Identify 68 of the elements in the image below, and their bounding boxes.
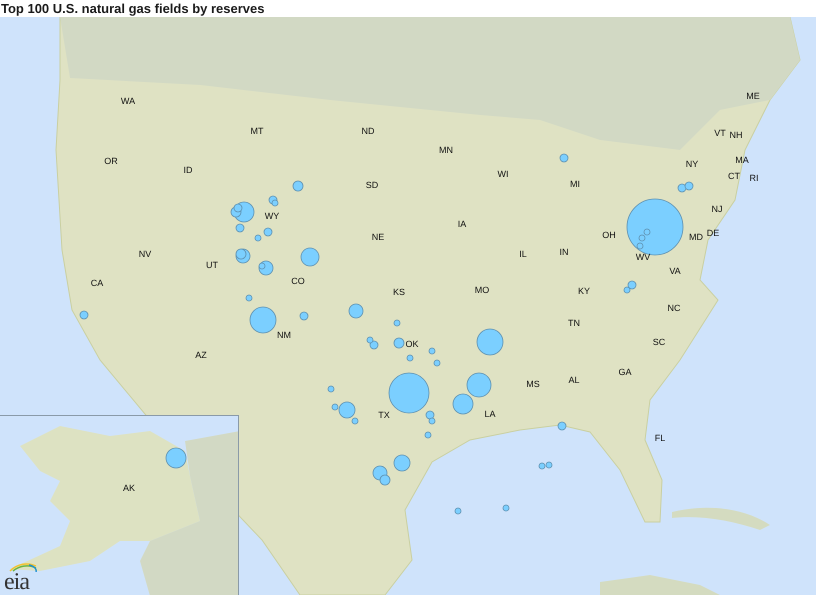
state-label: NY [686,159,698,169]
state-label: CO [291,276,305,286]
gas-field-bubble [394,454,410,472]
state-label: MT [250,126,264,136]
state-label: WI [498,169,508,179]
state-label: FL [654,433,666,443]
state-label: CA [90,278,104,288]
state-label: RI [750,173,758,183]
state-label: AL [568,375,580,385]
state-label: TN [568,318,580,328]
state-label: NC [668,303,680,313]
gas-field-bubble [476,328,504,356]
state-label: OH [602,230,616,240]
state-label: GA [618,367,632,377]
state-label: AZ [195,350,207,360]
gas-field-bubble [394,320,400,326]
state-label: MA [735,155,749,165]
gas-field-bubble [166,448,186,468]
state-label: SD [366,180,378,190]
state-label: MD [689,232,703,242]
gas-field-bubble [466,372,492,398]
state-label: VT [714,128,726,138]
state-label: SC [652,337,666,347]
state-label: NV [138,249,152,259]
gas-field-bubble [454,508,462,514]
state-label: NH [730,130,742,140]
state-label: KY [578,286,590,296]
gas-field-bubble [300,248,320,266]
state-label: IA [458,219,466,229]
gas-field-bubble [502,504,510,512]
state-label: NE [372,232,384,242]
state-label: ME [746,91,760,101]
state-label: LA [484,409,496,419]
state-label: WA [120,96,136,106]
state-label: ID [184,165,192,175]
state-label: MO [474,285,490,295]
gas-field-bubble [250,306,276,334]
gas-field-bubble [560,154,568,162]
state-label: OK [406,339,418,349]
state-label: UT [206,260,218,270]
gas-field-bubble [246,294,252,302]
state-label: CT [728,171,740,181]
state-label: MI [570,179,580,189]
gas-field-bubble [348,304,364,318]
state-label: NJ [712,204,722,214]
state-label: IL [519,249,527,259]
gas-field-bubble [80,310,88,320]
state-label: NM [277,330,291,340]
state-label: KS [393,287,405,297]
logo-swoosh-icon [9,562,37,572]
state-label: AK [123,483,135,493]
state-label: MS [526,379,540,389]
state-label: ND [362,126,374,136]
logo-text: eia [4,572,29,592]
gas-field-bubble [406,354,414,362]
state-label: TX [378,410,390,420]
state-label: MN [439,145,453,155]
state-label: WY [264,211,280,221]
state-label: DE [706,228,720,238]
state-label: WV [636,252,650,262]
state-label: IN [560,247,568,257]
state-label: VA [669,266,681,276]
gas-field-bubble [452,394,474,414]
chart-title: Top 100 U.S. natural gas fields by reserves [0,0,264,16]
gas-field-bubble [328,386,334,392]
gas-field-bubble [300,312,308,320]
state-label: OR [104,156,118,166]
gas-field-bubble [558,422,566,430]
